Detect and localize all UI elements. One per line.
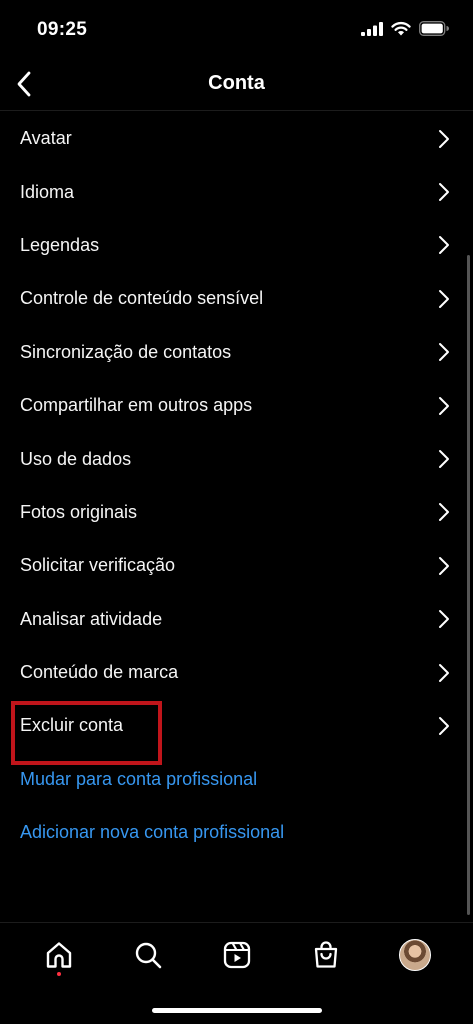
- cellular-signal-icon: [361, 21, 383, 36]
- menu-item-request-verification[interactable]: Solicitar verificação: [0, 539, 473, 592]
- wifi-icon: [391, 21, 411, 36]
- link-label: Adicionar nova conta profissional: [20, 822, 285, 843]
- menu-item-contact-sync[interactable]: Sincronização de contatos: [0, 326, 473, 379]
- scrollbar[interactable]: [467, 255, 470, 915]
- status-time: 09:25: [37, 19, 88, 40]
- page-title: Conta: [208, 72, 265, 94]
- home-indicator: [152, 1008, 322, 1013]
- menu-item-label: Sincronização de contatos: [20, 341, 232, 362]
- chevron-right-icon: [439, 716, 449, 735]
- menu-item-review-activity[interactable]: Analisar atividade: [0, 593, 473, 646]
- chevron-right-icon: [439, 450, 449, 469]
- notification-dot: [56, 972, 61, 976]
- menu-item-label: Conteúdo de marca: [20, 662, 179, 683]
- tab-home[interactable]: [34, 930, 84, 980]
- tab-shop[interactable]: [301, 930, 351, 980]
- header: Conta: [0, 58, 473, 111]
- battery-icon: [419, 21, 449, 36]
- menu-item-data-usage[interactable]: Uso de dados: [0, 432, 473, 485]
- menu-item-label: Controle de conteúdo sensível: [20, 288, 264, 309]
- chevron-right-icon: [439, 183, 449, 202]
- settings-menu: Avatar Idioma Legendas Controle de conte…: [0, 112, 473, 859]
- menu-item-delete-account[interactable]: Excluir conta: [0, 699, 473, 766]
- chevron-right-icon: [439, 663, 449, 682]
- menu-item-label: Solicitar verificação: [20, 555, 176, 576]
- home-icon: [46, 942, 71, 968]
- menu-item-label: Analisar atividade: [20, 608, 163, 629]
- bottom-tab-bar: [0, 922, 473, 987]
- menu-item-label: Excluir conta: [20, 715, 124, 736]
- shop-icon: [314, 941, 337, 968]
- menu-item-sensitive-content[interactable]: Controle de conteúdo sensível: [0, 272, 473, 325]
- status-icons: [361, 21, 449, 36]
- profile-avatar: [398, 939, 431, 971]
- menu-item-share-other-apps[interactable]: Compartilhar em outros apps: [0, 379, 473, 432]
- chevron-right-icon: [439, 343, 449, 362]
- account-settings-screen: 09:25 Conta Avatar Idioma Legendas Contr…: [0, 0, 473, 1024]
- tab-profile[interactable]: [390, 930, 440, 980]
- status-bar: 09:25: [0, 0, 473, 58]
- reels-icon: [223, 941, 250, 969]
- chevron-right-icon: [439, 236, 449, 255]
- menu-item-idioma[interactable]: Idioma: [0, 165, 473, 218]
- tab-reels[interactable]: [212, 930, 262, 980]
- menu-item-original-photos[interactable]: Fotos originais: [0, 486, 473, 539]
- menu-item-label: Avatar: [20, 128, 72, 149]
- chevron-right-icon: [439, 556, 449, 575]
- link-label: Mudar para conta profissional: [20, 768, 258, 789]
- menu-item-avatar[interactable]: Avatar: [0, 112, 473, 165]
- add-professional-account-link[interactable]: Adicionar nova conta profissional: [0, 806, 473, 859]
- menu-item-label: Compartilhar em outros apps: [20, 395, 253, 416]
- chevron-right-icon: [439, 610, 449, 629]
- menu-item-label: Uso de dados: [20, 448, 132, 469]
- chevron-right-icon: [439, 289, 449, 308]
- switch-to-professional-link[interactable]: Mudar para conta profissional: [0, 753, 473, 806]
- chevron-right-icon: [439, 396, 449, 415]
- chevron-right-icon: [439, 503, 449, 522]
- menu-item-legendas[interactable]: Legendas: [0, 219, 473, 272]
- menu-item-label: Fotos originais: [20, 501, 138, 522]
- menu-item-label: Idioma: [20, 181, 75, 202]
- menu-item-label: Legendas: [20, 234, 100, 255]
- tab-search[interactable]: [123, 930, 173, 980]
- chevron-right-icon: [439, 129, 449, 148]
- search-icon: [135, 942, 161, 969]
- menu-item-branded-content[interactable]: Conteúdo de marca: [0, 646, 473, 699]
